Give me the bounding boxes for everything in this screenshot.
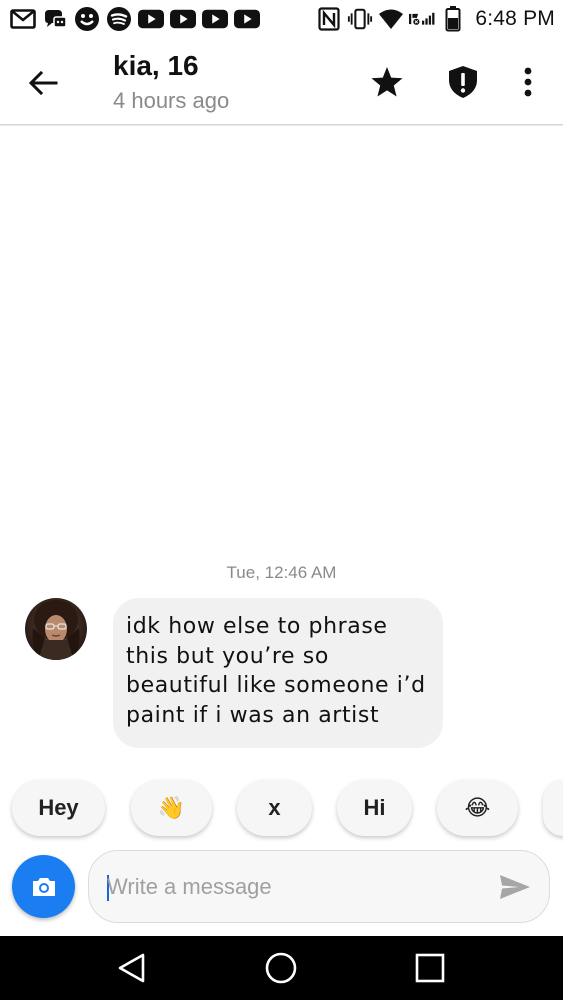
contact-name: kia, 16	[113, 50, 199, 81]
message-timestamp: Tue, 12:46 AM	[226, 563, 337, 582]
gmail-icon	[10, 6, 36, 32]
system-navigation-bar	[0, 936, 563, 1000]
report-button[interactable]	[441, 60, 485, 104]
smiley-icon	[74, 6, 100, 32]
nav-back-button[interactable]	[114, 950, 150, 986]
nav-home-button[interactable]	[263, 950, 299, 986]
arrow-back-icon	[28, 70, 58, 96]
contact-info[interactable]: kia, 16 4 hours ago	[113, 50, 229, 114]
square-recents-icon	[415, 953, 445, 983]
message-text: idk how else to phrase this but you’re s…	[126, 614, 426, 728]
chat-header: kia, 16 4 hours ago	[0, 38, 563, 125]
star-icon	[371, 67, 403, 97]
quick-reply-chip[interactable]: Hi	[337, 780, 412, 836]
more-vert-icon	[524, 67, 532, 97]
nfc-icon	[316, 6, 342, 32]
nav-recents-button[interactable]	[412, 950, 448, 986]
youtube-icon	[170, 6, 196, 32]
youtube-icon	[202, 6, 228, 32]
message-composer	[88, 850, 550, 923]
message-list[interactable]: Tue, 12:46 AM idk how else to phrase thi…	[0, 126, 563, 766]
avatar[interactable]	[25, 598, 87, 660]
wifi-icon	[378, 6, 404, 32]
back-button[interactable]	[20, 60, 66, 106]
quick-reply-chip[interactable]	[543, 780, 563, 836]
quick-reply-chip[interactable]: Hey	[12, 780, 105, 836]
quick-reply-chip[interactable]: 👋	[131, 780, 212, 836]
youtube-icon	[234, 6, 260, 32]
quick-reply-chip[interactable]: 😂	[437, 780, 518, 836]
send-button[interactable]	[497, 870, 533, 904]
battery-icon	[440, 6, 466, 32]
favorite-button[interactable]	[365, 60, 409, 104]
status-bar: 6:48 PM	[0, 0, 563, 38]
circle-home-icon	[265, 952, 297, 984]
send-icon	[500, 875, 530, 899]
quick-reply-chip[interactable]: x	[237, 780, 312, 836]
triangle-back-icon	[118, 953, 145, 983]
youtube-icon	[138, 6, 164, 32]
notification-icons	[10, 5, 260, 33]
message-bubble[interactable]: idk how else to phrase this but you’re s…	[113, 598, 443, 748]
message-input[interactable]	[107, 851, 487, 922]
spotify-icon	[106, 6, 132, 32]
shield-alert-icon	[449, 66, 477, 98]
last-seen: 4 hours ago	[113, 88, 230, 113]
camera-icon	[32, 877, 55, 896]
clock: 6:48 PM	[475, 7, 555, 30]
camera-button[interactable]	[12, 855, 75, 918]
quick-replies: Hey 👋 x Hi 😂	[0, 780, 563, 838]
system-icons: 6:48 PM	[316, 5, 555, 33]
more-options-button[interactable]	[506, 60, 550, 104]
vibrate-icon	[347, 6, 373, 32]
signal-icon	[409, 6, 435, 32]
messenger-games-icon	[42, 6, 68, 32]
